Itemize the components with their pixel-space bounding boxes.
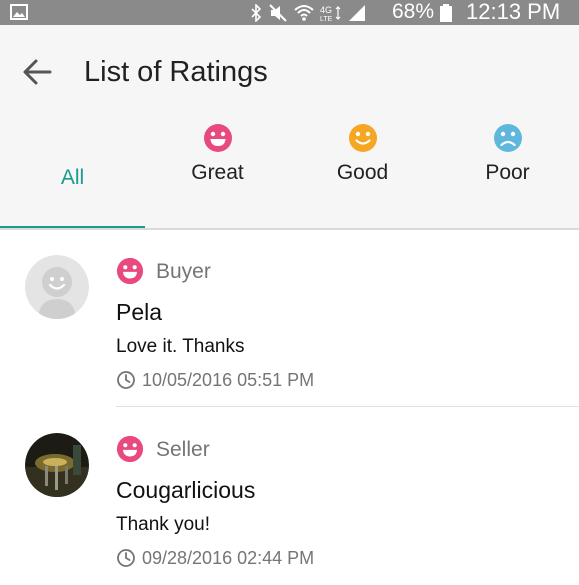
row-divider <box>116 406 579 407</box>
happy-face-icon <box>116 257 144 285</box>
battery-percentage: 68% <box>392 0 435 23</box>
tab-label: All <box>60 166 85 189</box>
rater-role: Seller <box>156 438 210 461</box>
svg-text:4G: 4G <box>320 5 332 15</box>
back-arrow-icon[interactable] <box>20 55 54 89</box>
clock-icon <box>117 549 135 567</box>
app-bar: List of Ratings All Great Good Poor <box>0 25 579 230</box>
status-icons: 4G LTE <box>250 3 372 23</box>
status-bar: 4G LTE 68% 12:13 PM <box>0 0 579 25</box>
happy-face-icon <box>204 124 232 152</box>
mute-icon <box>269 4 287 22</box>
clock-icon <box>117 371 135 389</box>
rating-comment: Thank you! <box>116 514 210 535</box>
tab-great[interactable]: Great <box>145 120 290 228</box>
tab-poor[interactable]: Poor <box>435 120 579 228</box>
rating-comment: Love it. Thanks <box>116 336 245 357</box>
tab-label: Great <box>191 161 244 184</box>
wifi-icon <box>294 5 314 21</box>
happy-face-icon <box>116 435 144 463</box>
status-time: 12:13 PM <box>466 0 561 24</box>
rater-name: Pela <box>116 299 163 325</box>
rater-name: Cougarlicious <box>116 477 256 503</box>
bluetooth-icon <box>251 4 262 22</box>
rating-list-item[interactable]: Seller Cougarlicious Thank you! 09/28/20… <box>0 408 579 585</box>
default-avatar <box>25 255 89 319</box>
photo-avatar <box>25 433 89 497</box>
rating-list-item[interactable]: Buyer Pela Love it. Thanks 10/05/2016 05… <box>0 230 579 407</box>
rating-filter-tabs: All Great Good Poor <box>0 120 579 230</box>
gallery-icon <box>10 4 28 20</box>
svg-text:LTE: LTE <box>320 16 333 22</box>
smile-face-icon <box>349 124 377 152</box>
sad-face-icon <box>494 124 522 152</box>
signal-icon <box>349 5 365 21</box>
battery-icon <box>440 4 452 22</box>
tab-label: Poor <box>485 161 530 184</box>
tab-all[interactable]: All <box>0 120 145 229</box>
page-title: List of Ratings <box>84 56 268 88</box>
rating-timestamp: 09/28/2016 02:44 PM <box>142 548 315 568</box>
lte-icon: 4G LTE <box>320 5 341 22</box>
tab-label: Good <box>336 161 389 184</box>
rater-role: Buyer <box>156 260 211 283</box>
tab-good[interactable]: Good <box>290 120 435 228</box>
rating-timestamp: 10/05/2016 05:51 PM <box>142 370 315 390</box>
